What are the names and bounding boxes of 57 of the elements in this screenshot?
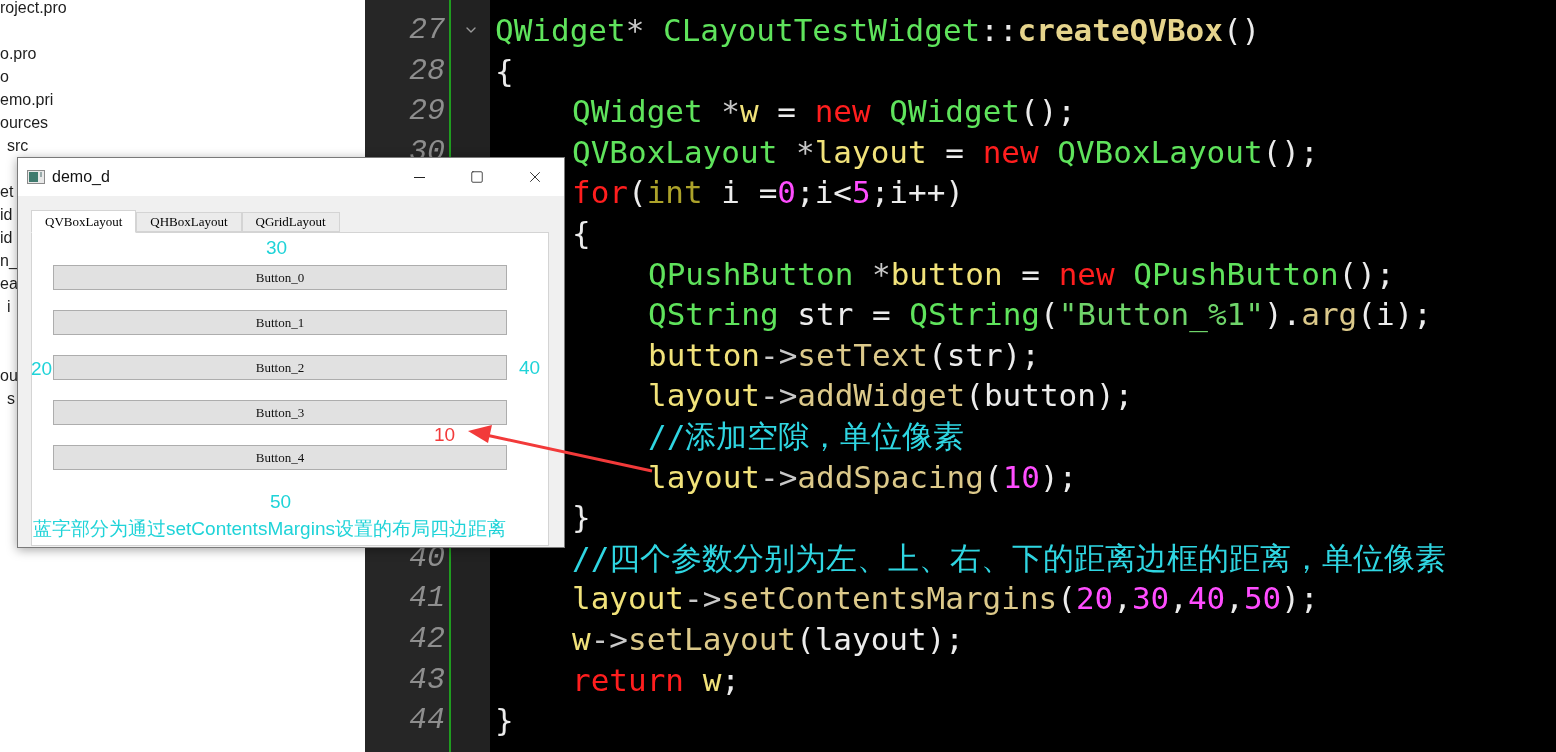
window-title: demo_d: [52, 167, 110, 187]
code-line: }: [495, 701, 514, 741]
code-line: QWidget *w = new QWidget();: [572, 92, 1076, 132]
tree-item[interactable]: roject.pro: [0, 0, 67, 16]
code-line: return w;: [572, 660, 740, 700]
code-line: layout->addWidget(button);: [648, 376, 1134, 416]
caption: 蓝字部分为通过setContentsMargins设置的布局四边距离: [33, 518, 506, 540]
tab[interactable]: QGridLayout: [241, 212, 340, 232]
margin-label: 50: [270, 492, 292, 512]
code-line: QPushButton *button = new QPushButton();: [648, 254, 1395, 294]
push-button[interactable]: Button_0: [53, 265, 507, 290]
margin-label: 30: [266, 238, 288, 258]
tree-item[interactable]: emo.pri: [0, 91, 54, 108]
push-button[interactable]: Button_2: [53, 355, 507, 380]
tree-item[interactable]: s: [7, 390, 15, 407]
line-number: 27: [409, 13, 445, 47]
line-number: 41: [409, 581, 445, 616]
line-number: 28: [409, 53, 445, 88]
code-line: button->setText(str);: [648, 335, 1040, 375]
line-number: 44: [409, 703, 445, 738]
tree-item[interactable]: id: [0, 206, 13, 223]
push-button[interactable]: Button_1: [53, 310, 507, 335]
tree-item[interactable]: ources: [0, 114, 49, 131]
line-number: 43: [409, 662, 445, 697]
tree-item[interactable]: et: [0, 183, 14, 200]
tree-item[interactable]: id: [0, 229, 13, 246]
tab[interactable]: QHBoxLayout: [136, 212, 242, 232]
code-line: w->setLayout(layout);: [572, 619, 964, 659]
tree-item[interactable]: n_: [0, 252, 18, 269]
tree-item[interactable]: i: [7, 298, 11, 315]
code-line: }: [572, 498, 591, 538]
code-line: for(int i =0;i<5;i++): [572, 173, 964, 213]
code-line: layout->addSpacing(10);: [648, 457, 1078, 497]
margin-label: 10: [434, 425, 456, 445]
code-line: QString str = QString("Button_%1").arg(i);: [648, 295, 1432, 335]
margin-label: 40: [519, 358, 541, 378]
tree-item[interactable]: ou: [0, 367, 18, 384]
line-number: 29: [409, 94, 445, 129]
code-line: QVBoxLayout *layout = new QVBoxLayout();: [572, 132, 1319, 172]
tree-item[interactable]: ea: [0, 275, 18, 292]
line-number: 42: [409, 621, 445, 656]
maximize-icon: [470, 170, 484, 184]
code-line: QWidget* CLayoutTestWidget::createQVBox(): [495, 11, 1261, 50]
minimize-icon: [413, 176, 425, 178]
push-button[interactable]: Button_4: [53, 445, 507, 470]
push-button[interactable]: Button_3: [53, 400, 507, 425]
code-line: layout->setContentsMargins(20,30,40,50);: [572, 579, 1319, 619]
tree-item[interactable]: o.pro: [0, 45, 37, 62]
tree-item[interactable]: o: [0, 68, 9, 85]
code-line: {: [572, 213, 591, 253]
tab[interactable]: QVBoxLayout: [31, 210, 137, 233]
code-line: {: [495, 51, 514, 91]
app-icon: [27, 170, 45, 184]
tree-item[interactable]: src: [7, 137, 29, 154]
code-line: //四个参数分别为左、上、右、下的距离边框的距离，单位像素: [572, 538, 1447, 578]
code-line: //添加空隙，单位像素: [648, 416, 965, 456]
margin-label: 20: [31, 359, 53, 379]
